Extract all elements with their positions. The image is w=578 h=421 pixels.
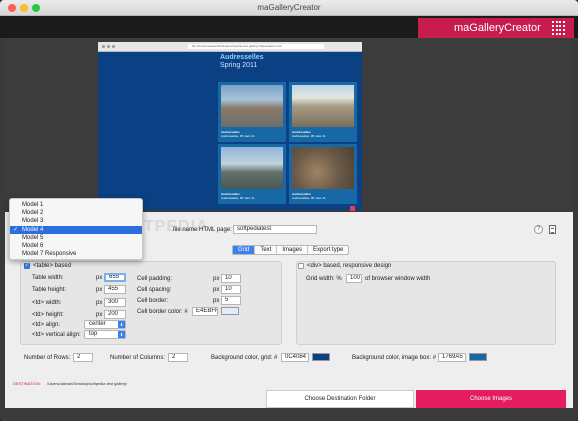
thumb-image [292, 147, 354, 189]
choose-images-button[interactable]: Choose Images [416, 390, 566, 408]
brand-banner: maGalleryCreator [418, 18, 574, 38]
window-title: maGalleryCreator [257, 3, 321, 12]
settings-tabs: Grid Text Images Export type [232, 245, 350, 255]
div-based-checkbox[interactable] [298, 263, 304, 269]
div-settings-group [296, 261, 556, 345]
model-menu-item[interactable]: Model 2 [10, 209, 142, 217]
document-icon[interactable] [549, 225, 556, 234]
table-based-checkbox[interactable] [24, 262, 30, 269]
model-menu-item[interactable]: Model 6 [10, 242, 142, 250]
td-height-input[interactable]: 200 [104, 310, 126, 319]
td-align-label: <td> align: [32, 322, 61, 328]
div-based-label: <div> based, responsive design [307, 263, 392, 269]
file-name-input[interactable]: softpediatest [233, 225, 317, 234]
browser-url: file:///Users/ulaivan/Desktop/softpedia … [188, 44, 324, 49]
thumb-caption: Audresselles Audresselles, 05 mars 11 [292, 130, 326, 138]
unit-label: px [96, 275, 103, 281]
bg-image-color-label: Background color, image box: # [352, 355, 437, 361]
cell-border-color-input[interactable]: E4EBFF [192, 307, 218, 316]
gallery-title: Audresselles [220, 54, 264, 61]
checkmark-icon: ✓ [13, 226, 19, 233]
model-menu[interactable]: Model 1 Model 2 Model 3 ✓ Model 4 Model … [9, 198, 143, 260]
browser-dot-icon [112, 45, 115, 48]
rows-label: Number of Rows: [24, 355, 71, 361]
cell-border-input[interactable]: 5 [221, 296, 241, 305]
browser-toolbar: file:///Users/ulaivan/Desktop/softpedia … [98, 42, 362, 52]
unit-label: px [96, 312, 103, 318]
browser-dot-icon [107, 45, 110, 48]
thumb-caption: Audresselles Audresselles, 05 mars 11 [292, 192, 326, 200]
table-width-input[interactable]: 655 [104, 273, 126, 282]
gallery-thumb[interactable]: Audresselles Audresselles, 05 mars 11 [289, 82, 357, 142]
bg-grid-color-swatch[interactable] [312, 353, 330, 361]
columns-input[interactable]: 2 [168, 353, 188, 362]
cell-border-color-swatch[interactable] [221, 307, 239, 315]
choose-destination-button[interactable]: Choose Destination Folder [266, 390, 414, 408]
help-icon[interactable]: ? [534, 225, 543, 234]
chevron-down-icon: ⬍ [118, 321, 125, 328]
rows-input[interactable]: 2 [73, 353, 93, 362]
cell-spacing-label: Cell spacing: [137, 287, 172, 293]
destination-label: DESTINATION: [13, 381, 41, 386]
bg-grid-color-input[interactable]: 0C4084 [281, 353, 309, 362]
cell-spacing-input[interactable]: 10 [221, 285, 241, 294]
thumb-image [292, 85, 354, 127]
table-width-label: Table width: [32, 275, 64, 281]
gallery-thumb[interactable]: Audresselles Audresselles, 05 mars 11 [289, 144, 357, 204]
model-menu-item[interactable]: Model 3 [10, 217, 142, 225]
table-height-input[interactable]: 455 [104, 285, 126, 294]
unit-label: px [213, 276, 220, 282]
td-valign-label: <td> vertical align: [32, 332, 81, 338]
grid-logo-icon [552, 21, 566, 35]
td-valign-select[interactable]: top ⬍ [84, 330, 126, 339]
model-menu-item[interactable]: Model 1 [10, 201, 142, 209]
columns-label: Number of Columns: [110, 355, 166, 361]
cell-padding-input[interactable]: 10 [221, 274, 241, 283]
app-window: maGalleryCreator maGalleryCreator file:/… [0, 0, 578, 421]
td-width-label: <td> width: [32, 300, 62, 306]
gallery-thumb[interactable]: Audresselles Audresselles, 05 mars 11 [218, 82, 286, 142]
thumb-caption: Audresselles Audresselles, 05 mars 11 [221, 130, 255, 138]
tab-text[interactable]: Text [255, 246, 278, 254]
destination-path: /Users/ulaivan/Desktop/softpedia test ga… [47, 381, 128, 386]
unit-label: px [96, 287, 103, 293]
preview-close-icon[interactable] [350, 206, 355, 211]
model-menu-item-selected[interactable]: ✓ Model 4 [10, 225, 142, 234]
tab-images[interactable]: Images [277, 246, 309, 254]
tab-grid[interactable]: Grid [233, 246, 256, 254]
gallery-thumb[interactable]: Audresselles Audresselles, 05 mars 11 [218, 144, 286, 204]
cell-padding-label: Cell padding: [137, 276, 173, 282]
bottom-strip [0, 408, 578, 421]
file-name-label: file name HTML page: [173, 227, 232, 233]
td-align-select[interactable]: center ⬍ [84, 320, 126, 329]
cell-border-label: Cell border: [137, 298, 169, 304]
grid-width-suffix: of browser window width [365, 276, 431, 282]
thumb-image [221, 85, 283, 127]
grid-width-label: Grid width: % [306, 276, 342, 282]
tab-export-type[interactable]: Export type [308, 246, 348, 254]
brand-name: maGalleryCreator [454, 22, 541, 34]
thumb-image [221, 147, 283, 189]
grid-width-input[interactable]: 100 [346, 274, 362, 283]
table-height-label: Table height: [32, 287, 67, 293]
bg-grid-color-label: Background color, grid: # [211, 355, 278, 361]
cell-border-color-label: Cell border color: # [137, 309, 188, 315]
browser-dot-icon [102, 45, 105, 48]
unit-label: px [96, 300, 103, 306]
td-width-input[interactable]: 300 [104, 298, 126, 307]
unit-label: px [213, 298, 220, 304]
model-menu-item[interactable]: Model 5 [10, 234, 142, 242]
td-height-label: <td> height: [32, 312, 64, 318]
title-bar: maGalleryCreator [0, 0, 578, 16]
unit-label: px [213, 287, 220, 293]
model-menu-item[interactable]: Model 7 Responsive [10, 250, 142, 258]
table-based-label: <table> based [33, 263, 72, 269]
bg-image-color-input[interactable]: 1769A5 [438, 353, 466, 362]
gallery-subtitle: Spring 2011 [220, 62, 258, 69]
chevron-down-icon: ⬍ [118, 331, 125, 338]
bg-image-color-swatch[interactable] [469, 353, 487, 361]
thumb-caption: Audresselles Audresselles, 05 mars 11 [221, 192, 255, 200]
